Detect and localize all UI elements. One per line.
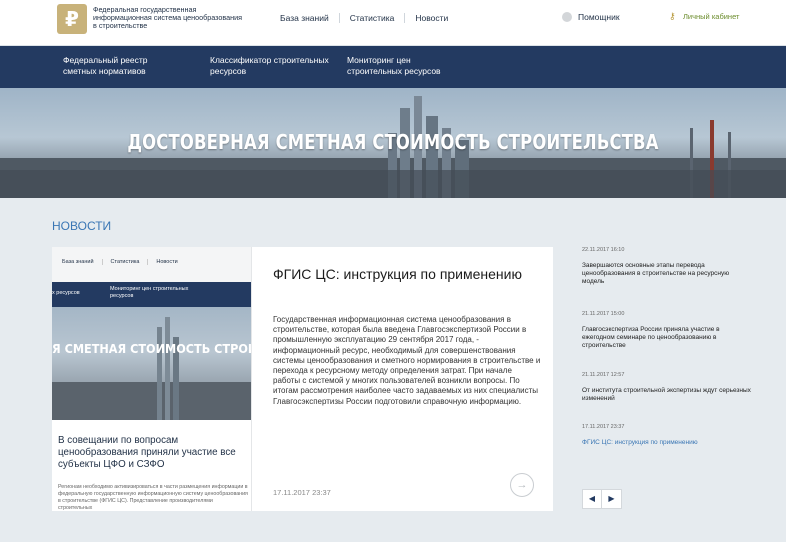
news-title-active[interactable]: ФГИС ЦС: инструкция по применению xyxy=(582,439,752,447)
news-list-item[interactable]: 21.11.2017 12:57 От института строительн… xyxy=(582,372,752,403)
thumbnail-nav-item: База знаний xyxy=(62,259,94,265)
news-date: 22.11.2017 16:10 xyxy=(582,247,625,253)
cabinet-label: Личный кабинет xyxy=(683,12,740,21)
news-thumbnail: База знаний Статистика Новости х ресурсо… xyxy=(52,247,252,511)
news-list-item[interactable]: 21.11.2017 15:00 Главгосэкспертиза Росси… xyxy=(582,311,752,350)
article-title[interactable]: ФГИС ЦС: инструкция по применению xyxy=(273,266,533,282)
news-date: 21.11.2017 12:57 xyxy=(582,372,625,378)
thumbnail-skyline-image xyxy=(52,317,251,420)
news-section-heading: НОВОСТИ xyxy=(52,219,112,233)
news-title[interactable]: От института строительной экспертизы жду… xyxy=(582,387,752,403)
hero-title: ДОСТОВЕРНАЯ СМЕТНАЯ СТОИМОСТЬ СТРОИТЕЛЬС… xyxy=(127,130,659,154)
top-header: ₽ Федеральная государственная информацио… xyxy=(0,0,786,46)
thumbnail-hero-title: Я СМЕТНАЯ СТОИМОСТЬ СТРОИ xyxy=(52,341,252,356)
logo[interactable]: ₽ xyxy=(57,4,87,34)
main-nav-price-monitoring[interactable]: Мониторинг цен строительных ресурсов xyxy=(347,55,467,77)
thumbnail-hero xyxy=(52,307,251,420)
personal-cabinet-link[interactable]: ⚷ Личный кабинет xyxy=(669,11,740,22)
helper-icon xyxy=(562,12,572,22)
main-nav-classifier[interactable]: Классификатор строительных ресурсов xyxy=(210,55,330,77)
news-list-item[interactable]: 22.11.2017 16:10 Завершаются основные эт… xyxy=(582,247,752,286)
featured-news-card[interactable]: База знаний Статистика Новости х ресурсо… xyxy=(52,247,553,511)
news-title[interactable]: Главгосэкспертиза России приняла участие… xyxy=(582,326,752,350)
helper-button[interactable]: Помощник xyxy=(562,12,620,22)
thumbnail-text: Регионам необходимо активизироваться в ч… xyxy=(58,484,248,511)
news-list-item[interactable]: 17.11.2017 23:37 ФГИС ЦС: инструкция по … xyxy=(582,424,752,447)
thumbnail-nav: База знаний Статистика Новости xyxy=(62,259,186,265)
nav-statistics[interactable]: Статистика xyxy=(338,13,405,23)
news-title[interactable]: Завершаются основные этапы перевода цено… xyxy=(582,262,752,286)
top-nav: База знаний Статистика Новости xyxy=(270,13,458,23)
hero-banner: ДОСТОВЕРНАЯ СМЕТНАЯ СТОИМОСТЬ СТРОИТЕЛЬС… xyxy=(0,88,786,198)
news-date: 21.11.2017 15:00 xyxy=(582,311,625,317)
next-arrow-button[interactable]: → xyxy=(510,473,534,497)
thumbnail-nav-monitoring: Мониторинг цен строительных ресурсов xyxy=(110,286,189,299)
org-name: Федеральная государственная информационн… xyxy=(93,5,242,30)
news-pager: ◀ ▶ xyxy=(582,489,622,509)
nav-news[interactable]: Новости xyxy=(404,13,458,23)
pager-next-button[interactable]: ▶ xyxy=(602,489,622,509)
arrow-right-icon: → xyxy=(516,479,528,491)
news-date: 17.11.2017 23:37 xyxy=(582,424,625,430)
thumbnail-headline: В совещании по вопросам ценообразования … xyxy=(58,435,236,470)
article-date: 17.11.2017 23:37 xyxy=(273,488,331,497)
pager-prev-button[interactable]: ◀ xyxy=(582,489,602,509)
thumbnail-nav-fragment: х ресурсов xyxy=(52,290,80,296)
main-nav-registry[interactable]: Федеральный реестр сметных нормативов xyxy=(63,55,183,77)
nav-knowledge-base[interactable]: База знаний xyxy=(270,13,339,23)
ruble-icon: ₽ xyxy=(65,7,79,31)
chevron-left-icon: ◀ xyxy=(588,494,596,503)
thumbnail-nav-item: Статистика xyxy=(101,259,148,265)
helper-label: Помощник xyxy=(578,12,620,22)
chevron-right-icon: ▶ xyxy=(608,494,615,503)
thumbnail-nav-item: Новости xyxy=(147,259,185,265)
key-icon: ⚷ xyxy=(669,11,676,21)
article-body: Государственная информационная система ц… xyxy=(273,315,541,406)
main-nav: Федеральный реестр сметных нормативов Кл… xyxy=(0,46,786,88)
